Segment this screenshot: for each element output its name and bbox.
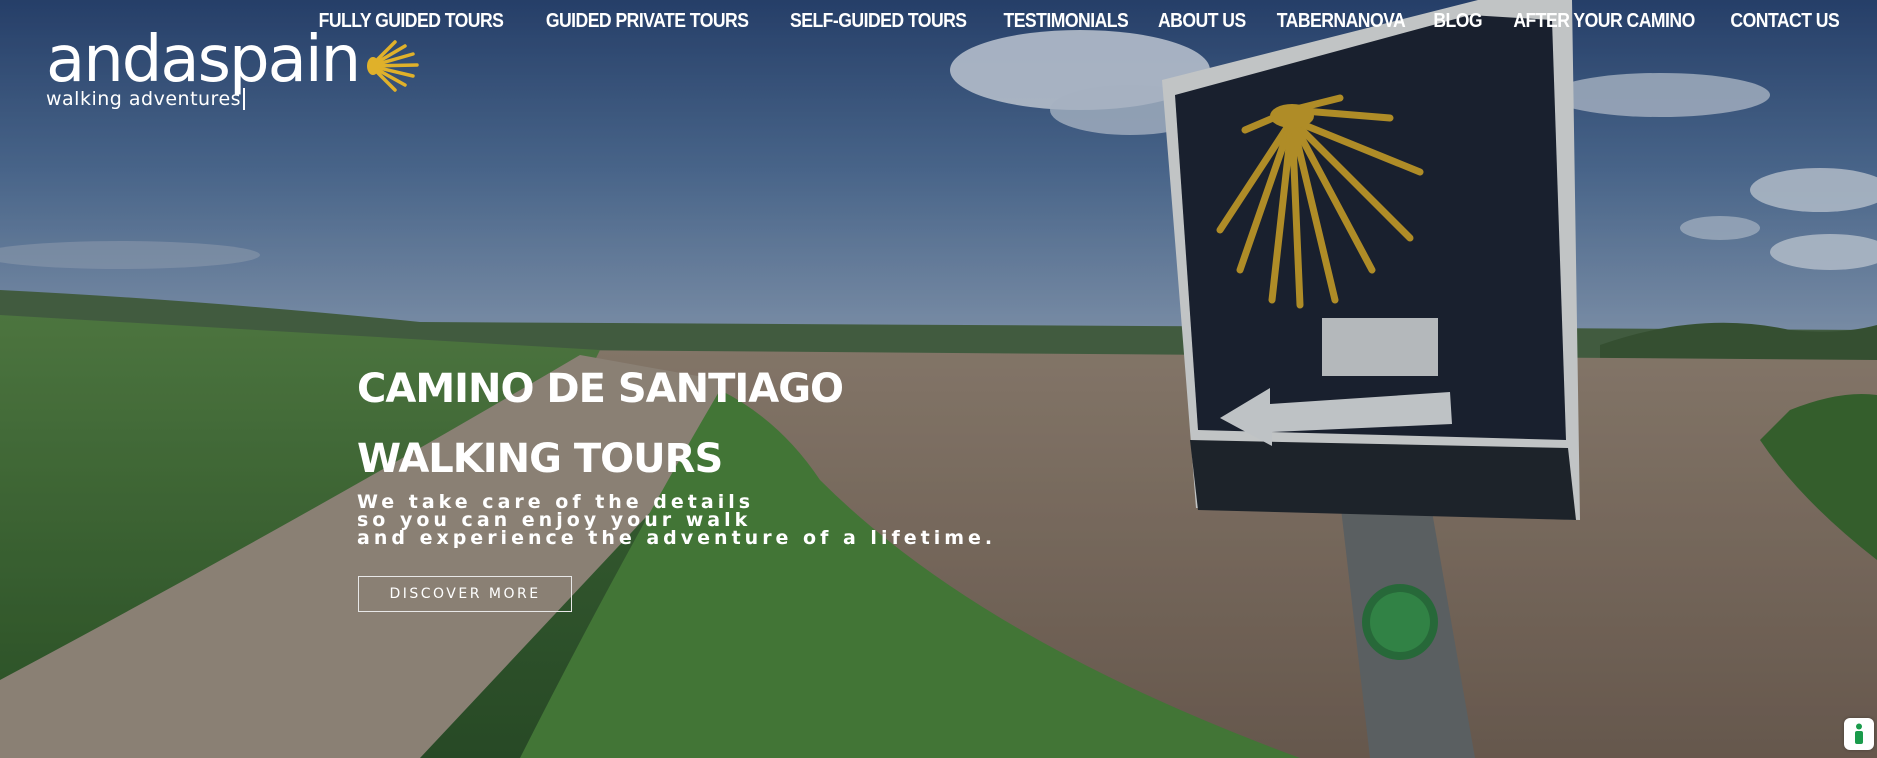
nav-guided-private-tours[interactable]: GUIDED PRIVATE TOURS bbox=[539, 6, 756, 37]
main-navigation: FULLY GUIDED TOURS GUIDED PRIVATE TOURS … bbox=[298, 6, 1855, 37]
nav-self-guided-tours[interactable]: SELF-GUIDED TOURS bbox=[783, 6, 974, 37]
nav-tabernanova[interactable]: TABERNANOVA bbox=[1270, 6, 1413, 37]
hero-tagline-line3: and experience the adventure of a lifeti… bbox=[357, 527, 997, 549]
logo-wordmark: andaspain bbox=[46, 23, 361, 97]
nav-contact-us[interactable]: CONTACT US bbox=[1724, 6, 1847, 37]
nav-fully-guided-tours[interactable]: FULLY GUIDED TOURS bbox=[311, 6, 510, 37]
discover-more-button[interactable]: DISCOVER MORE bbox=[358, 576, 572, 612]
nav-testimonials[interactable]: TESTIMONIALS bbox=[996, 6, 1135, 37]
accessibility-badge[interactable] bbox=[1844, 718, 1874, 750]
nav-about-us[interactable]: ABOUT US bbox=[1151, 6, 1253, 37]
accessibility-icon bbox=[1855, 723, 1863, 744]
nav-blog[interactable]: BLOG bbox=[1426, 6, 1489, 37]
hero-title-line2: WALKING TOURS bbox=[357, 436, 723, 482]
logo-tagline: walking adventures bbox=[46, 88, 246, 110]
site-logo[interactable]: andaspain walking adventures bbox=[46, 28, 421, 110]
nav-after-your-camino[interactable]: AFTER YOUR CAMINO bbox=[1507, 6, 1702, 37]
hero-title-line1: CAMINO DE SANTIAGO bbox=[357, 366, 844, 412]
scallop-shell-icon bbox=[367, 40, 419, 92]
hero-headline: CAMINO DE SANTIAGO WALKING TOURS We take… bbox=[357, 354, 996, 548]
